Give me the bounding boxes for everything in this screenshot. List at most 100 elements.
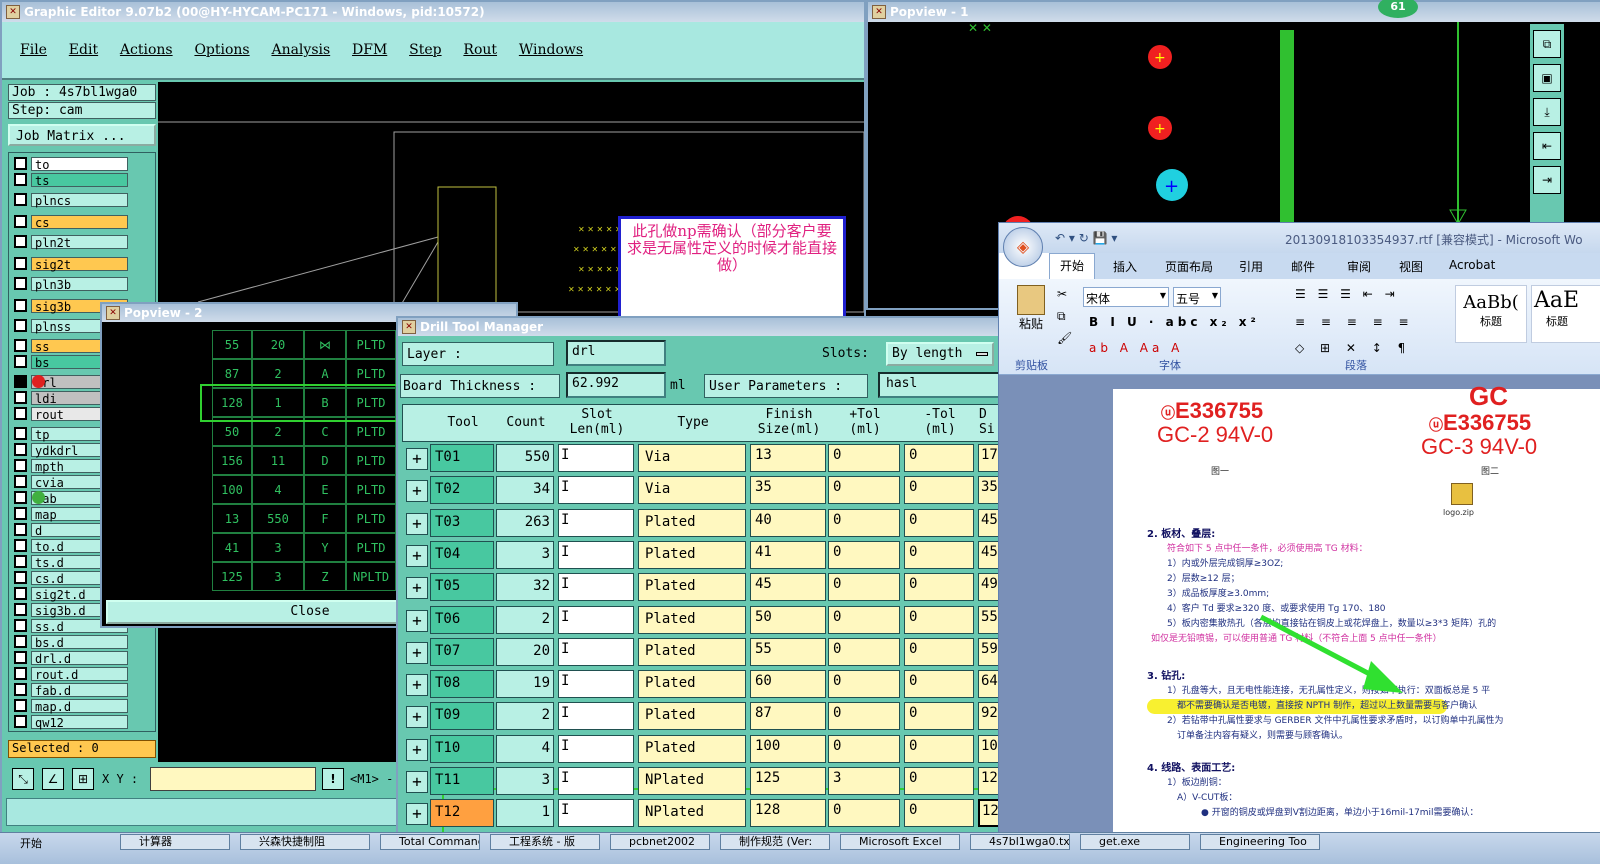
plus-tol-field[interactable]: 0 [828, 799, 900, 828]
layer-name[interactable]: to [31, 156, 128, 172]
layer-name[interactable]: plncs [31, 192, 128, 208]
type-dropdown[interactable]: NPlated [638, 799, 746, 828]
plus-tol-field[interactable]: 0 [828, 637, 900, 666]
slot-len-field[interactable]: I [558, 444, 634, 472]
layer-row-27[interactable]: bs.d [12, 634, 128, 650]
style-heading[interactable]: AaE 标题 [1531, 285, 1600, 343]
type-dropdown[interactable]: Via [638, 476, 746, 505]
slot-len-field[interactable]: I [558, 637, 634, 666]
menu-step[interactable]: Step [409, 42, 441, 58]
slot-len-field[interactable]: I [558, 767, 634, 795]
type-dropdown[interactable]: Via [638, 444, 746, 472]
finish-size-field[interactable]: 125 [750, 767, 826, 795]
layer-row-31[interactable]: map.d [12, 698, 128, 714]
font-size-select[interactable]: 五号 ▼ [1173, 287, 1221, 307]
layer-row-0[interactable]: to [12, 156, 128, 172]
layer-checkbox[interactable] [14, 193, 27, 206]
copy-icon[interactable]: ⧉ [1057, 309, 1066, 324]
plus-tol-field[interactable]: 0 [828, 573, 900, 602]
tab-view[interactable]: 视图 [1399, 258, 1423, 275]
layer-row-1[interactable]: ts [12, 172, 128, 188]
layer-checkbox[interactable] [14, 635, 27, 648]
taskbar-item[interactable]: 制作规范 (Ver: [720, 834, 830, 850]
tool-icon-3[interactable]: ⤓ [1533, 98, 1561, 126]
slots-dropdown[interactable]: By length [886, 342, 994, 366]
layer-name[interactable]: qw12 [31, 714, 128, 730]
finish-size-field[interactable]: 13 [750, 444, 826, 472]
graphic-editor-titlebar[interactable]: ✕ Graphic Editor 9.07b2 (00@HY-HYCAM-PC1… [2, 2, 864, 22]
minus-tol-field[interactable]: 0 [904, 508, 974, 537]
layer-checkbox[interactable] [14, 257, 27, 270]
finish-size-field[interactable]: 45 [750, 573, 826, 602]
layer-name[interactable]: map.d [31, 698, 128, 714]
type-dropdown[interactable]: Plated [638, 734, 746, 763]
tab-insert[interactable]: 插入 [1113, 258, 1137, 275]
slot-len-field[interactable]: I [558, 799, 634, 828]
layer-checkbox[interactable] [14, 683, 27, 696]
font-format-icons[interactable]: B I U · abc x₂ x² [1089, 315, 1260, 329]
layer-row-6[interactable]: pln3b [12, 276, 128, 292]
expand-row-button[interactable]: + [406, 771, 428, 793]
layer-row-28[interactable]: drl.d [12, 650, 128, 666]
layer-checkbox[interactable] [14, 619, 27, 632]
menu-dfm[interactable]: DFM [352, 42, 387, 58]
finish-size-field[interactable]: 50 [750, 605, 826, 634]
layer-checkbox[interactable] [14, 407, 27, 420]
layer-name[interactable]: bs.d [31, 634, 128, 650]
plus-tol-field[interactable]: 0 [828, 670, 900, 699]
plus-tol-field[interactable]: 0 [828, 702, 900, 731]
tab-mailings[interactable]: 邮件 [1291, 258, 1315, 275]
font-name-select[interactable]: 宋体 ▼ [1083, 287, 1169, 307]
plus-tol-field[interactable]: 0 [828, 540, 900, 569]
tool-icon-5[interactable]: ⇥ [1533, 166, 1561, 194]
slot-len-field[interactable]: I [558, 476, 634, 505]
minus-tol-field[interactable]: 0 [904, 540, 974, 569]
taskbar-item[interactable]: Total Command [380, 834, 480, 850]
drill-size-field[interactable]: 55 [978, 605, 998, 634]
menu-windows[interactable]: Windows [519, 42, 583, 58]
layer-checkbox[interactable] [14, 355, 27, 368]
layer-checkbox[interactable] [14, 215, 27, 228]
dtm-titlebar[interactable]: ✕ Drill Tool Manager [398, 318, 998, 336]
finish-size-field[interactable]: 60 [750, 670, 826, 699]
drill-size-field[interactable]: 49 [978, 573, 998, 602]
finish-size-field[interactable]: 128 [750, 799, 826, 828]
type-dropdown[interactable]: Plated [638, 573, 746, 602]
drill-size-field[interactable]: 45 [978, 540, 998, 569]
type-dropdown[interactable]: Plated [638, 670, 746, 699]
plus-tol-field[interactable]: 3 [828, 767, 900, 795]
layer-row-30[interactable]: fab.d [12, 682, 128, 698]
taskbar-item[interactable]: 4s7bl1wga0.txt [970, 834, 1070, 850]
layer-name[interactable]: pln3b [31, 276, 128, 292]
layer-name[interactable]: ts [31, 172, 128, 188]
menu-edit[interactable]: Edit [69, 42, 98, 58]
drill-size-field[interactable]: 35 [978, 476, 998, 505]
minus-tol-field[interactable]: 0 [904, 702, 974, 731]
layer-checkbox[interactable] [14, 375, 27, 388]
paste-button[interactable]: 粘贴 [1013, 285, 1049, 345]
layer-checkbox[interactable] [14, 443, 27, 456]
layer-row-29[interactable]: rout.d [12, 666, 128, 682]
layer-name[interactable]: sig2t [31, 256, 128, 272]
layer-checkbox[interactable] [14, 539, 27, 552]
layer-checkbox[interactable] [14, 699, 27, 712]
layer-name[interactable]: drl.d [31, 650, 128, 666]
office-button[interactable]: ◈ [1003, 227, 1043, 267]
type-dropdown[interactable]: Plated [638, 637, 746, 666]
taskbar-item[interactable]: get.exe [1080, 834, 1190, 850]
minus-tol-field[interactable]: 0 [904, 637, 974, 666]
style-normal[interactable]: AaBb( 标题 [1455, 285, 1527, 343]
drill-size-field[interactable]: 92 [978, 702, 998, 731]
shading-icons[interactable]: ◇ ⊞ ✕ ↕ ¶ [1295, 341, 1411, 355]
word-titlebar[interactable]: ◈ ↶ ▾ ↻ 💾 ▾ 20130918103354937.rtf [兼容模式]… [999, 223, 1600, 267]
slot-len-field[interactable]: I [558, 573, 634, 602]
paragraph-icons[interactable]: ☰ ☰ ☰ ⇤ ⇥ [1295, 287, 1399, 301]
drill-size-field[interactable]: 59 [978, 637, 998, 666]
taskbar-item[interactable]: 兴森快捷制阻 [240, 834, 370, 850]
cut-icon[interactable]: ✂ [1057, 287, 1067, 301]
layer-name[interactable]: fab.d [31, 682, 128, 698]
job-matrix-button[interactable]: Job Matrix ... [8, 124, 156, 146]
plus-tol-field[interactable]: 0 [828, 444, 900, 472]
drill-size-field[interactable]: 64 [978, 670, 998, 699]
type-dropdown[interactable]: Plated [638, 702, 746, 731]
